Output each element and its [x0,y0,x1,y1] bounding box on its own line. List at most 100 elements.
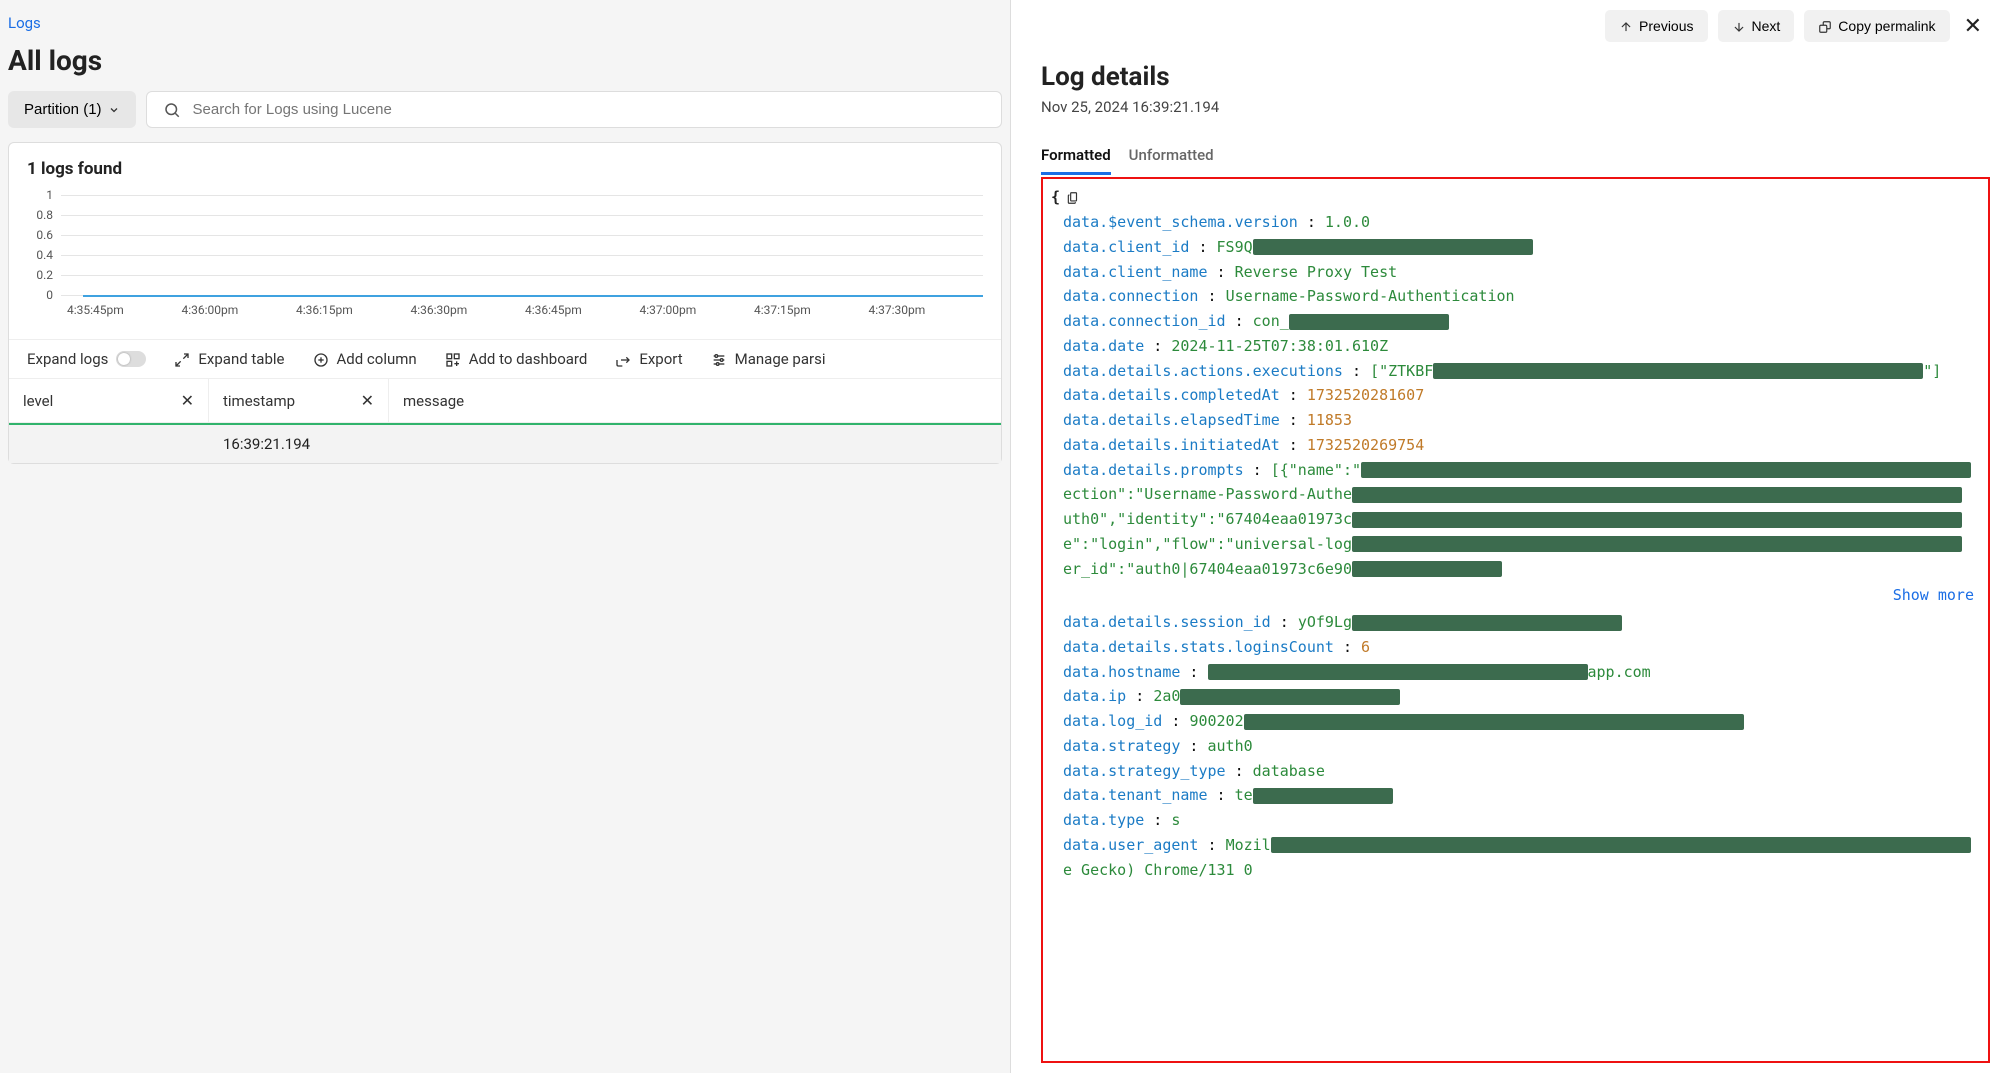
copy-icon[interactable] [1066,185,1080,210]
log-key: data.ip [1063,687,1126,705]
log-value: 2a0 [1153,687,1180,705]
y-tick: 0.2 [27,268,53,282]
column-timestamp[interactable]: timestamp ✕ [209,379,389,422]
x-tick: 4:36:00pm [182,303,297,317]
log-key: data.strategy [1063,737,1180,755]
log-value: database [1253,762,1325,780]
log-value: 1732520281607 [1307,386,1424,404]
x-tick: 4:37:15pm [754,303,869,317]
search-box[interactable] [146,91,1002,128]
redacted [1352,487,1962,503]
toggle-icon [116,351,146,367]
log-details-pane: Previous Next Copy permalink ✕ Log detai… [1010,0,2000,1073]
x-tick: 4:37:30pm [869,303,984,317]
timeline-chart: 1 0.8 0.6 0.4 0.2 0 4:35:45pm 4:36:00pm … [9,195,1001,339]
column-timestamp-label: timestamp [223,392,295,410]
redacted [1180,689,1400,705]
partition-dropdown[interactable]: Partition (1) [8,91,136,128]
y-tick: 1 [27,188,53,202]
results-card: 1 logs found 1 0.8 0.6 0.4 0.2 0 4:35:45… [8,142,1002,464]
log-key: data.tenant_name [1063,786,1208,804]
add-column-button[interactable]: Add column [313,350,417,368]
breadcrumb: Logs [0,0,1010,36]
expand-table-button[interactable]: Expand table [174,350,284,368]
export-label: Export [639,350,682,368]
tab-unformatted[interactable]: Unformatted [1129,146,1214,175]
log-key: data.details.session_id [1063,613,1271,631]
open-brace: { [1051,185,1060,210]
add-dashboard-label: Add to dashboard [469,350,588,368]
log-key: data.connection_id [1063,312,1226,330]
redacted [1271,837,1971,853]
table-row[interactable]: 16:39:21.194 [9,425,1001,463]
log-key: data.type [1063,811,1144,829]
export-icon [615,350,631,368]
log-key: data.log_id [1063,712,1162,730]
manage-parsing-button[interactable]: Manage parsi [711,350,826,368]
next-button[interactable]: Next [1718,10,1795,42]
dashboard-add-icon [445,350,461,368]
search-icon [163,101,181,119]
expand-logs-label: Expand logs [27,350,108,368]
y-tick: 0 [27,288,53,302]
y-tick: 0.4 [27,248,53,262]
log-key: data.details.elapsedTime [1063,411,1280,429]
log-value: ["ZTKBF [1370,362,1433,380]
log-key: data.details.prompts [1063,461,1244,479]
x-tick: 4:36:30pm [411,303,526,317]
close-icon[interactable]: ✕ [361,391,374,410]
log-key: data.details.actions.executions [1063,362,1343,380]
arrow-down-icon [1732,18,1746,34]
add-to-dashboard-button[interactable]: Add to dashboard [445,350,588,368]
detail-header: Log details Nov 25, 2024 16:39:21.194 [1011,52,2000,124]
column-message[interactable]: message [389,379,1001,422]
log-value: [{"name":" [1271,461,1361,479]
page-title: All logs [0,36,1010,91]
link-icon [1818,18,1832,34]
partition-label: Partition (1) [24,101,102,118]
plus-circle-icon [313,350,329,368]
log-value: app.com [1588,663,1651,681]
column-level[interactable]: level ✕ [9,379,209,422]
log-key: data.connection [1063,287,1198,305]
close-icon[interactable]: ✕ [181,391,194,410]
log-value: 11853 [1307,411,1352,429]
log-value: ection":"Username-Password-Authe [1063,485,1352,503]
parsing-icon [711,350,727,368]
redacted [1253,788,1393,804]
close-icon[interactable]: ✕ [1960,14,1986,39]
export-button[interactable]: Export [615,350,682,368]
x-tick: 4:35:45pm [67,303,182,317]
copy-permalink-button[interactable]: Copy permalink [1804,10,1949,42]
redacted [1352,615,1622,631]
redacted [1361,462,1971,478]
log-json-viewer: { data.$event_schema.version : 1.0.0 dat… [1041,177,1990,1063]
chevron-down-icon [108,101,120,118]
expand-table-label: Expand table [198,350,284,368]
previous-button[interactable]: Previous [1605,10,1707,42]
manage-parsing-label: Manage parsi [735,350,826,368]
tab-formatted[interactable]: Formatted [1041,146,1111,175]
redacted [1244,714,1744,730]
log-value: auth0 [1208,737,1253,755]
redacted [1208,664,1588,680]
x-tick: 4:36:45pm [525,303,640,317]
redacted [1352,536,1962,552]
cell-message [389,425,1001,463]
log-key: data.strategy_type [1063,762,1226,780]
logs-list-pane: Logs All logs Partition (1) 1 logs found… [0,0,1010,1073]
x-tick: 4:37:00pm [640,303,755,317]
log-key: data.client_id [1063,238,1189,256]
show-more-link[interactable]: Show more [1051,581,1980,610]
log-key: data.date [1063,337,1144,355]
y-tick: 0.6 [27,228,53,242]
copy-permalink-label: Copy permalink [1838,18,1935,34]
breadcrumb-logs-link[interactable]: Logs [8,14,41,32]
log-value: 6 [1361,638,1370,656]
expand-icon [174,350,190,368]
expand-logs-toggle[interactable]: Expand logs [27,350,146,368]
chart-line [83,295,983,297]
log-value: "] [1923,362,1941,380]
log-key: data.client_name [1063,263,1208,281]
search-input[interactable] [193,101,985,118]
